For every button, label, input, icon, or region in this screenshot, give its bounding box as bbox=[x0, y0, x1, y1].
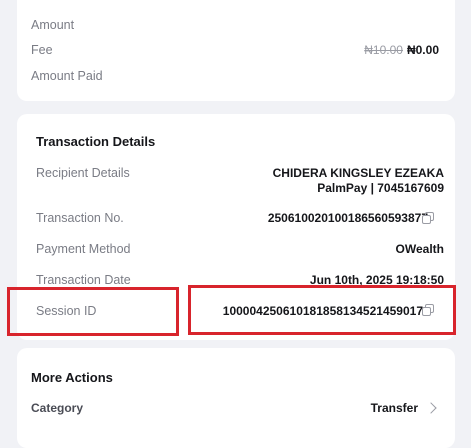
payment-method-value: OWealth bbox=[395, 242, 444, 256]
session-id-value-highlight bbox=[188, 285, 456, 335]
chevron-right-icon bbox=[425, 402, 437, 414]
fee-value-group: ₦10.00 ₦0.00 bbox=[364, 43, 439, 57]
fee-original-value: ₦10.00 bbox=[364, 43, 403, 57]
recipient-details-label: Recipient Details bbox=[36, 166, 130, 180]
transaction-no-value: 250610020100186560593877 bbox=[267, 211, 428, 225]
amount-label: Amount bbox=[31, 18, 75, 32]
category-value: Transfer bbox=[370, 401, 418, 415]
category-label: Category bbox=[31, 401, 84, 415]
category-row[interactable]: Category Transfer bbox=[17, 398, 455, 418]
fee-value: ₦0.00 bbox=[406, 43, 439, 57]
copy-transaction-no-icon[interactable] bbox=[422, 212, 434, 224]
transaction-details-title: Transaction Details bbox=[36, 134, 156, 149]
recipient-bank-account: PalmPay | 7045167609 bbox=[317, 181, 444, 195]
payment-summary-card: Amount Fee ₦10.00 ₦0.00 Amount Paid bbox=[17, 0, 455, 101]
amount-paid-label: Amount Paid bbox=[31, 69, 103, 83]
session-id-label-highlight bbox=[7, 287, 179, 336]
more-actions-title: More Actions bbox=[31, 370, 113, 385]
transaction-no-label: Transaction No. bbox=[36, 211, 124, 225]
recipient-name: CHIDERA KINGSLEY EZEAKA bbox=[272, 166, 444, 180]
more-actions-card: More Actions Category Transfer bbox=[17, 348, 455, 448]
payment-method-label: Payment Method bbox=[36, 242, 131, 256]
transaction-date-label: Transaction Date bbox=[36, 273, 131, 287]
fee-label: Fee bbox=[31, 43, 53, 57]
